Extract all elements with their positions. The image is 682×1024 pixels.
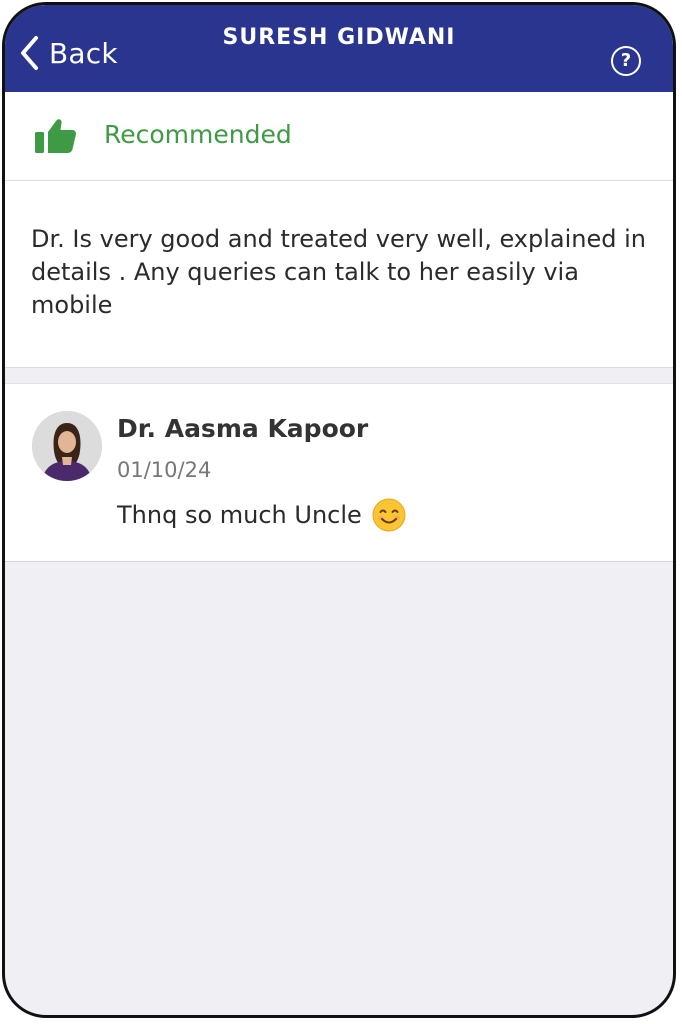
recommended-label: Recommended [104, 120, 292, 149]
reply-author: Dr. Aasma Kapoor [117, 414, 369, 443]
recommendation-row: Recommended [5, 92, 673, 181]
avatar [32, 411, 102, 481]
help-button[interactable]: ? [611, 46, 641, 76]
reply-date: 01/10/24 [117, 458, 212, 482]
phone-frame: Back SURESH GIDWANI ? Recommended Dr. Is… [2, 2, 676, 1018]
review-text: Dr. Is very good and treated very well, … [31, 225, 646, 319]
smiling-face-emoji-icon [372, 498, 406, 532]
reply-text: Thnq so much Uncle [117, 501, 362, 529]
help-circle-icon: ? [620, 50, 632, 71]
doctor-reply: Dr. Aasma Kapoor 01/10/24 Thnq so much U… [5, 383, 673, 562]
page-title: SURESH GIDWANI [222, 25, 456, 50]
thumbs-up-icon [35, 119, 76, 153]
navigation-bar: Back SURESH GIDWANI ? [5, 5, 673, 92]
review-card: Dr. Is very good and treated very well, … [5, 181, 673, 368]
reply-message: Thnq so much Uncle [117, 498, 406, 532]
